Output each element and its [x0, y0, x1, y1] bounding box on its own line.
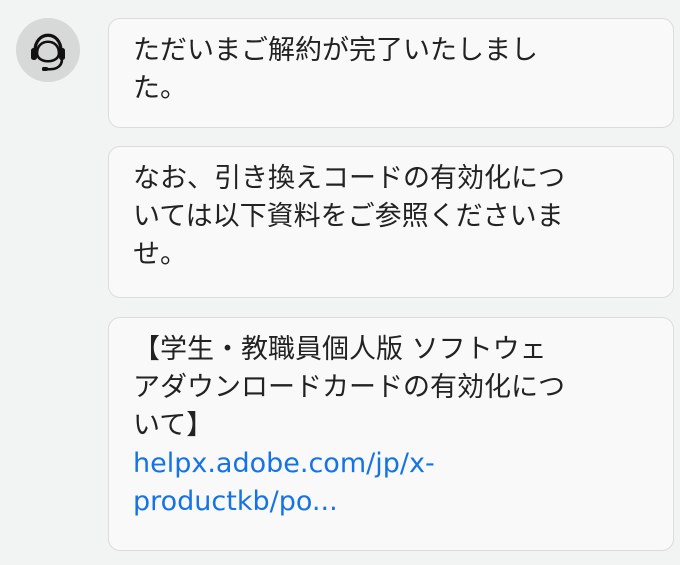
help-article-link[interactable]: helpx.adobe.com/jp/x- productkb/po... — [133, 445, 649, 521]
link-text-line[interactable]: productkb/po... — [133, 483, 649, 521]
message-text-line: せ。 — [133, 239, 187, 270]
message-text-line: いて】 — [133, 410, 214, 441]
chat-message-2: なお、引き換えコードの有効化につ いては以下資料をご参照くださいま せ。 — [108, 146, 674, 298]
message-text-line: いては以下資料をご参照くださいま — [133, 201, 564, 232]
chat-message-1: ただいまご解約が完了いたしまし た。 — [108, 18, 674, 128]
message-text-line: ただいまご解約が完了いたしまし — [133, 35, 538, 66]
agent-avatar — [16, 18, 80, 82]
headset-icon — [31, 33, 65, 71]
message-text-line: 【学生・教職員個人版 ソフトウェ — [133, 334, 547, 365]
chat-message-3: 【学生・教職員個人版 ソフトウェ アダウンロードカードの有効化につ いて】 he… — [108, 317, 674, 551]
message-text-line: アダウンロードカードの有効化につ — [133, 372, 565, 403]
message-text-line: なお、引き換えコードの有効化につ — [133, 163, 565, 194]
message-text-line: た。 — [133, 73, 187, 104]
link-text-line[interactable]: helpx.adobe.com/jp/x- — [133, 445, 649, 483]
